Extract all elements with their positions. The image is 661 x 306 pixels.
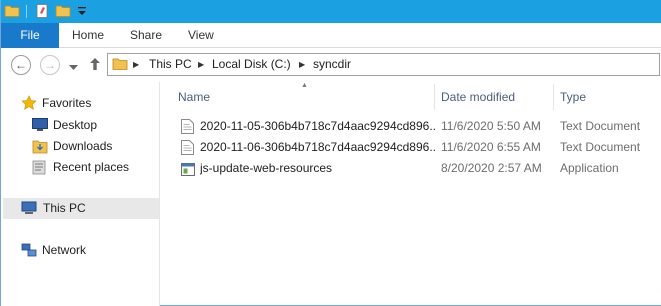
breadcrumb-local-disk[interactable]: Local Disk (C:) [212,54,291,75]
chevron-right-icon[interactable]: ▶ [198,54,204,75]
nav-favorites[interactable]: Favorites [21,93,151,114]
customize-toolbar-icon[interactable] [77,4,87,21]
file-row[interactable]: 2020-11-06-306b4b718c7d4aac9294cd896... … [161,137,661,158]
nav-network[interactable]: Network [21,240,151,261]
recent-places-icon [32,160,48,182]
back-button[interactable]: ← [11,55,31,75]
column-header-type[interactable]: Type [560,84,660,110]
file-row[interactable]: js-update-web-resources 8/20/2020 2:57 A… [161,158,661,179]
tab-file[interactable]: File [1,23,59,48]
nav-downloads[interactable]: Downloads [32,136,157,157]
file-type: Application [560,161,619,175]
ribbon-tabs: File Home Share View [1,23,661,48]
nav-this-pc[interactable]: This PC [3,198,159,219]
folder-icon [112,56,128,75]
column-header-date-modified[interactable]: Date modified [441,84,553,110]
network-icon [21,243,37,265]
navigation-bar: ← → ▶ This PC ▶ Local Disk (C:) ▶ syncdi… [1,48,661,82]
file-name: 2020-11-06-306b4b718c7d4aac9294cd896... [200,140,435,154]
chevron-right-icon[interactable]: ▶ [299,54,305,75]
computer-icon [21,201,37,223]
file-date: 11/6/2020 6:55 AM [441,140,541,154]
nav-recent-places[interactable]: Recent places [32,157,157,178]
folder-icon [4,3,20,22]
forward-button[interactable]: → [40,55,60,75]
file-date: 8/20/2020 2:57 AM [441,161,542,175]
file-type: Text Document [560,119,641,133]
navigation-pane: Favorites Desktop Downloads Recent place… [1,82,160,306]
file-row[interactable]: 2020-11-05-306b4b718c7d4aac9294cd896... … [161,116,661,137]
column-header-name[interactable]: Name [178,84,433,110]
file-list: ▲ Name Date modified Type 2020-11-05-306… [161,82,661,305]
title-bar [1,0,661,23]
breadcrumb-syncdir[interactable]: syncdir [313,54,351,75]
properties-icon[interactable] [34,3,50,22]
address-bar[interactable]: ▶ This PC ▶ Local Disk (C:) ▶ syncdir [107,53,660,76]
file-name: 2020-11-05-306b4b718c7d4aac9294cd896... [200,119,435,133]
up-arrow-icon[interactable] [89,57,101,74]
file-type: Text Document [560,140,641,154]
explorer-window: File Home Share View ← → ▶ This PC ▶ Loc… [0,0,661,306]
tab-share[interactable]: Share [130,23,162,48]
file-name: js-update-web-resources [200,161,333,175]
breadcrumb-this-pc[interactable]: This PC [149,54,192,75]
file-date: 11/6/2020 5:50 AM [441,119,541,133]
nav-desktop[interactable]: Desktop [32,115,157,136]
recent-locations-icon[interactable] [69,60,78,74]
tab-view[interactable]: View [188,23,214,48]
new-folder-icon[interactable] [55,3,71,22]
application-icon [181,162,195,183]
tab-home[interactable]: Home [72,23,104,48]
chevron-right-icon[interactable]: ▶ [133,54,139,75]
